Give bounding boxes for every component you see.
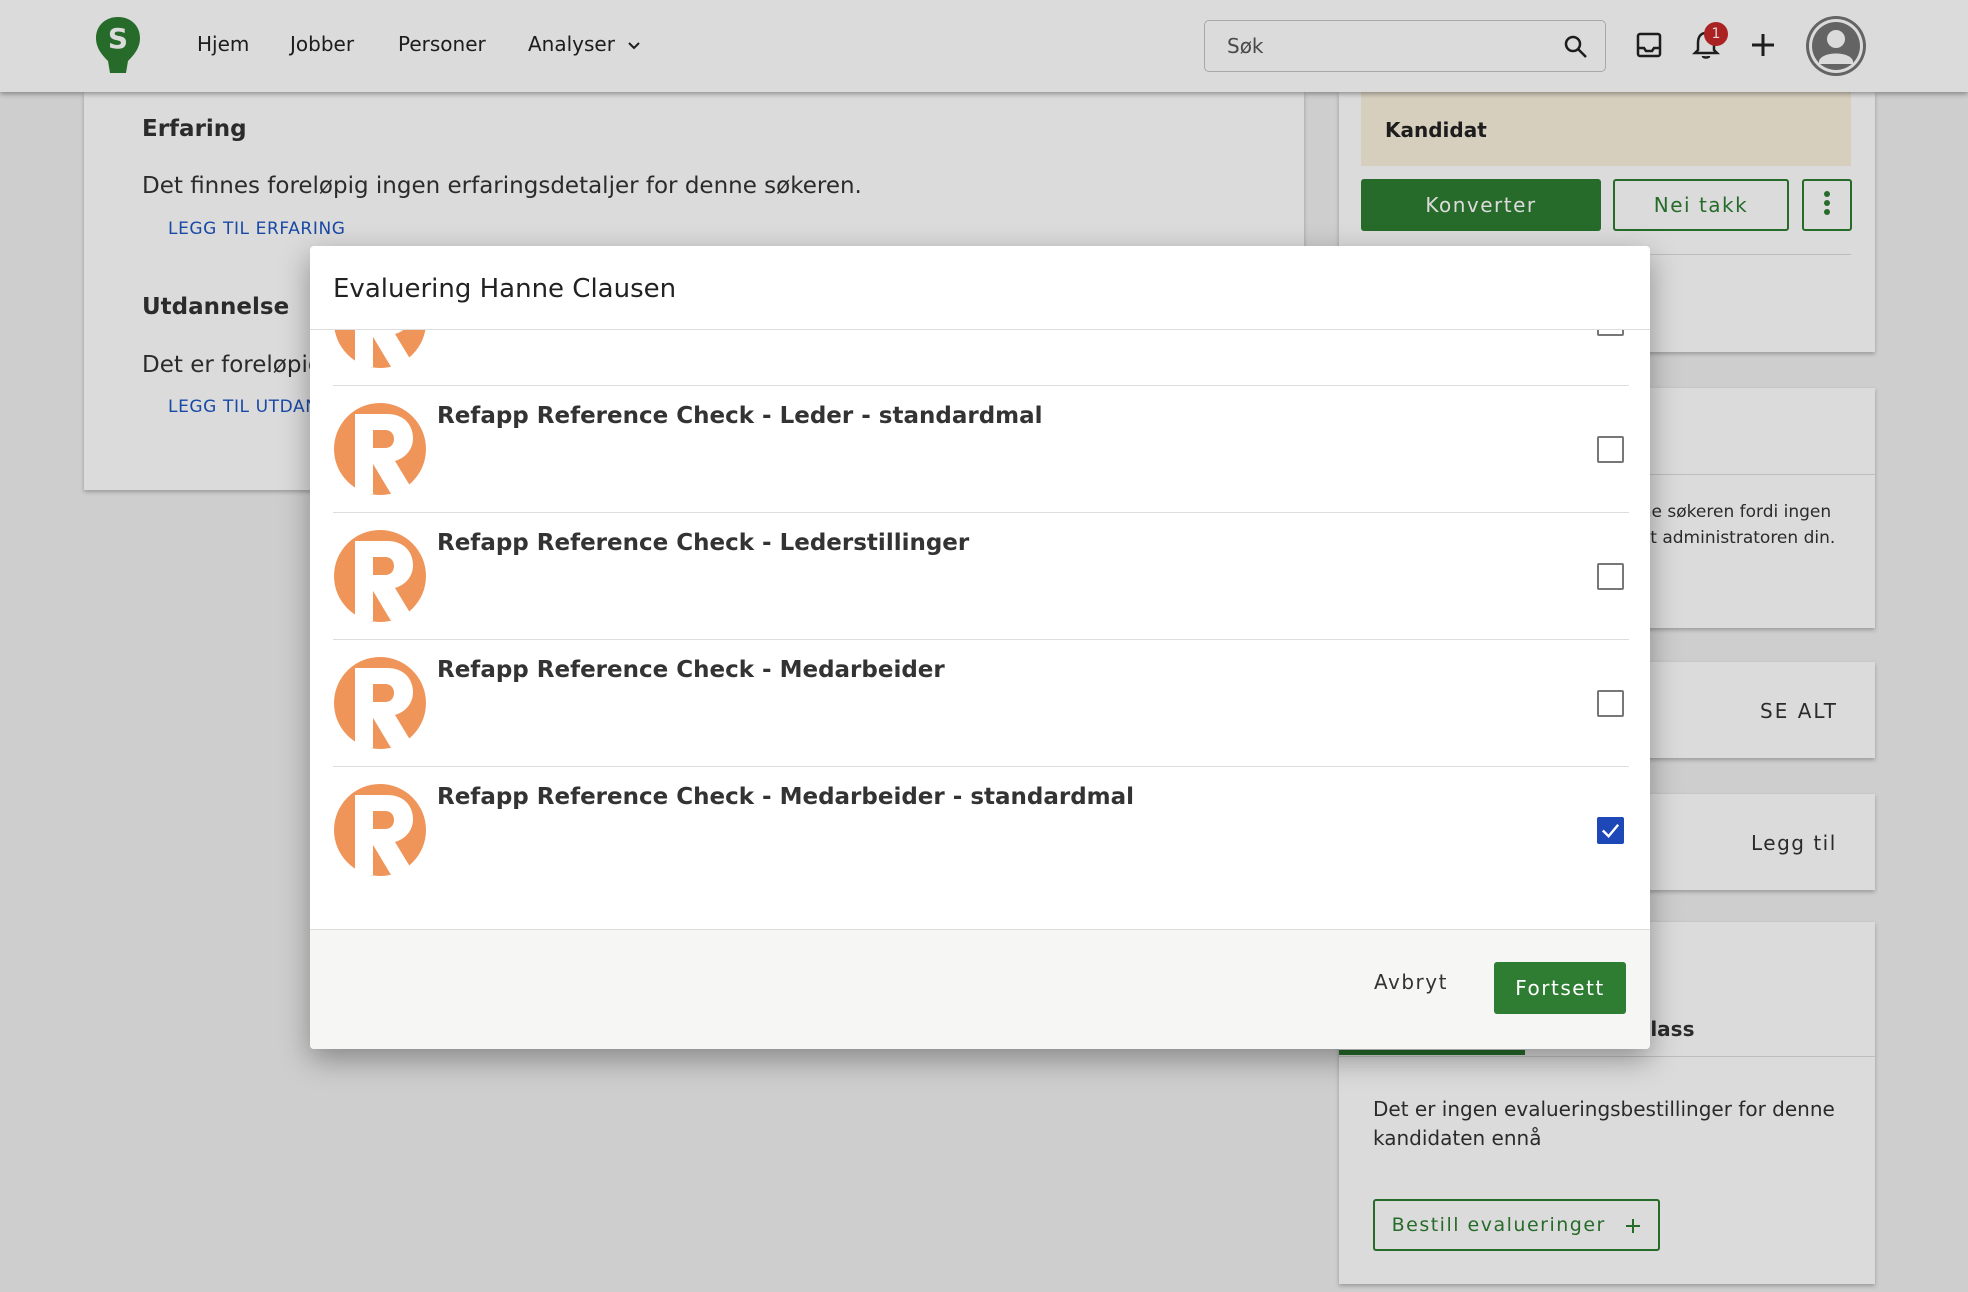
template-checkbox[interactable] bbox=[1597, 690, 1624, 717]
dialog-title: Evaluering Hanne Clausen bbox=[333, 274, 677, 304]
refapp-logo-icon bbox=[334, 530, 426, 622]
refapp-logo-icon bbox=[334, 657, 426, 749]
refapp-logo-icon bbox=[334, 403, 426, 495]
continue-button[interactable]: Fortsett bbox=[1494, 962, 1626, 1014]
checkmark-icon bbox=[1601, 823, 1620, 839]
dialog-header: Evaluering Hanne Clausen bbox=[310, 246, 1650, 330]
list-item[interactable]: Refapp Reference Check - Lederstillinger bbox=[333, 513, 1629, 640]
template-label: Refapp Reference Check - Leder - standar… bbox=[437, 403, 1043, 429]
template-checkbox[interactable] bbox=[1597, 330, 1624, 336]
refapp-logo-icon bbox=[334, 330, 426, 368]
template-label: Refapp Reference Check - Lederstillinger bbox=[437, 530, 970, 556]
dialog-footer: Avbryt Fortsett bbox=[310, 929, 1650, 1049]
template-checkbox[interactable] bbox=[1597, 436, 1624, 463]
template-checkbox[interactable] bbox=[1597, 563, 1624, 590]
list-item[interactable]: Refapp Reference Check - Leder - standar… bbox=[333, 386, 1629, 513]
list-item[interactable]: Refapp Reference Check - Medarbeider - s… bbox=[333, 767, 1629, 876]
template-label: Refapp Reference Check - Medarbeider bbox=[437, 657, 945, 683]
list-item[interactable] bbox=[333, 330, 1629, 386]
cancel-button[interactable]: Avbryt bbox=[1374, 970, 1448, 994]
evaluation-dialog: Evaluering Hanne Clausen Refapp Referenc… bbox=[310, 246, 1650, 1049]
evaluation-template-list[interactable]: Refapp Reference Check - Leder - standar… bbox=[333, 330, 1629, 876]
list-item[interactable]: Refapp Reference Check - Medarbeider bbox=[333, 640, 1629, 767]
template-label: Refapp Reference Check - Medarbeider - s… bbox=[437, 784, 1135, 810]
refapp-logo-icon bbox=[334, 784, 426, 876]
template-checkbox-checked[interactable] bbox=[1597, 817, 1624, 844]
